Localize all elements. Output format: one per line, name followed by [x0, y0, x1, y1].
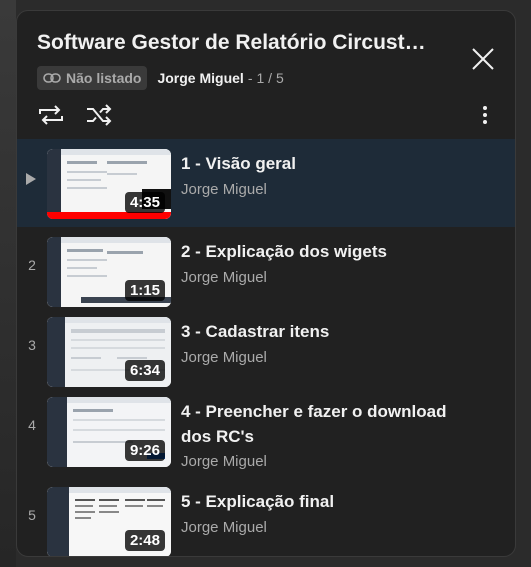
close-button[interactable]: [469, 45, 497, 73]
video-title[interactable]: 3 - Cadastrar itens: [181, 319, 481, 344]
video-index: 4: [28, 417, 36, 433]
video-duration: 1:15: [124, 280, 165, 301]
background-edge: [0, 0, 16, 567]
loop-button[interactable]: [35, 101, 67, 129]
video-thumbnail[interactable]: 9:26: [47, 397, 171, 467]
visibility-label: Não listado: [66, 70, 142, 86]
more-options-button[interactable]: [473, 101, 497, 129]
video-channel[interactable]: Jorge Miguel: [181, 349, 267, 366]
playlist-video-item[interactable]: 3 6:34 3 - Cadastrar itens Jorge Miguel: [17, 307, 515, 387]
video-index: 3: [28, 337, 36, 353]
close-icon: [472, 48, 494, 70]
playlist-video-item[interactable]: 4:35 1 - Visão geral Jorge Miguel: [17, 139, 515, 227]
video-thumbnail[interactable]: 4:35: [47, 149, 171, 219]
video-thumbnail[interactable]: 2:48: [47, 487, 171, 556]
video-index: 2: [28, 257, 36, 273]
now-playing-icon: [26, 173, 36, 185]
video-title[interactable]: 4 - Preencher e fazer o download dos RC'…: [181, 399, 481, 449]
playlist-header: Software Gestor de Relatório Circust… Nã…: [17, 11, 515, 139]
playlist-video-item[interactable]: 5 2:48 5 - Explicação final Jorge Miguel: [17, 477, 515, 556]
shuffle-icon: [87, 104, 112, 126]
playlist-video-item[interactable]: 4 9:26 4 - Preencher e fazer o download …: [17, 387, 515, 477]
video-duration: 4:35: [124, 192, 165, 213]
video-title[interactable]: 5 - Explicação final: [181, 489, 481, 514]
video-thumbnail[interactable]: 6:34: [47, 317, 171, 387]
video-thumbnail[interactable]: 1:15: [47, 237, 171, 307]
shuffle-button[interactable]: [83, 101, 115, 129]
playlist-title[interactable]: Software Gestor de Relatório Circust…: [37, 31, 457, 55]
video-channel[interactable]: Jorge Miguel: [181, 269, 267, 286]
more-vertical-icon: [483, 106, 487, 124]
visibility-badge: Não listado: [37, 66, 148, 90]
video-index: 5: [28, 507, 36, 523]
loop-icon: [39, 105, 63, 125]
link-icon: [43, 73, 61, 83]
video-channel[interactable]: Jorge Miguel: [181, 453, 267, 470]
video-title[interactable]: 1 - Visão geral: [181, 151, 481, 176]
playlist-meta: Não listado Jorge Miguel - 1 / 5: [37, 66, 284, 90]
video-duration: 2:48: [124, 530, 165, 551]
video-duration: 9:26: [124, 440, 165, 461]
playlist-video-item[interactable]: 2 1:15 2 - Explicação dos wigets Jorge M…: [17, 227, 515, 307]
meta-separator: -: [247, 70, 253, 86]
video-duration: 6:34: [124, 360, 165, 381]
video-title[interactable]: 2 - Explicação dos wigets: [181, 239, 481, 264]
video-channel[interactable]: Jorge Miguel: [181, 181, 267, 198]
playlist-position: 1 / 5: [256, 70, 284, 86]
video-channel[interactable]: Jorge Miguel: [181, 519, 267, 536]
playlist-owner[interactable]: Jorge Miguel: [157, 70, 243, 86]
playlist-panel: Software Gestor de Relatório Circust… Nã…: [16, 10, 516, 557]
